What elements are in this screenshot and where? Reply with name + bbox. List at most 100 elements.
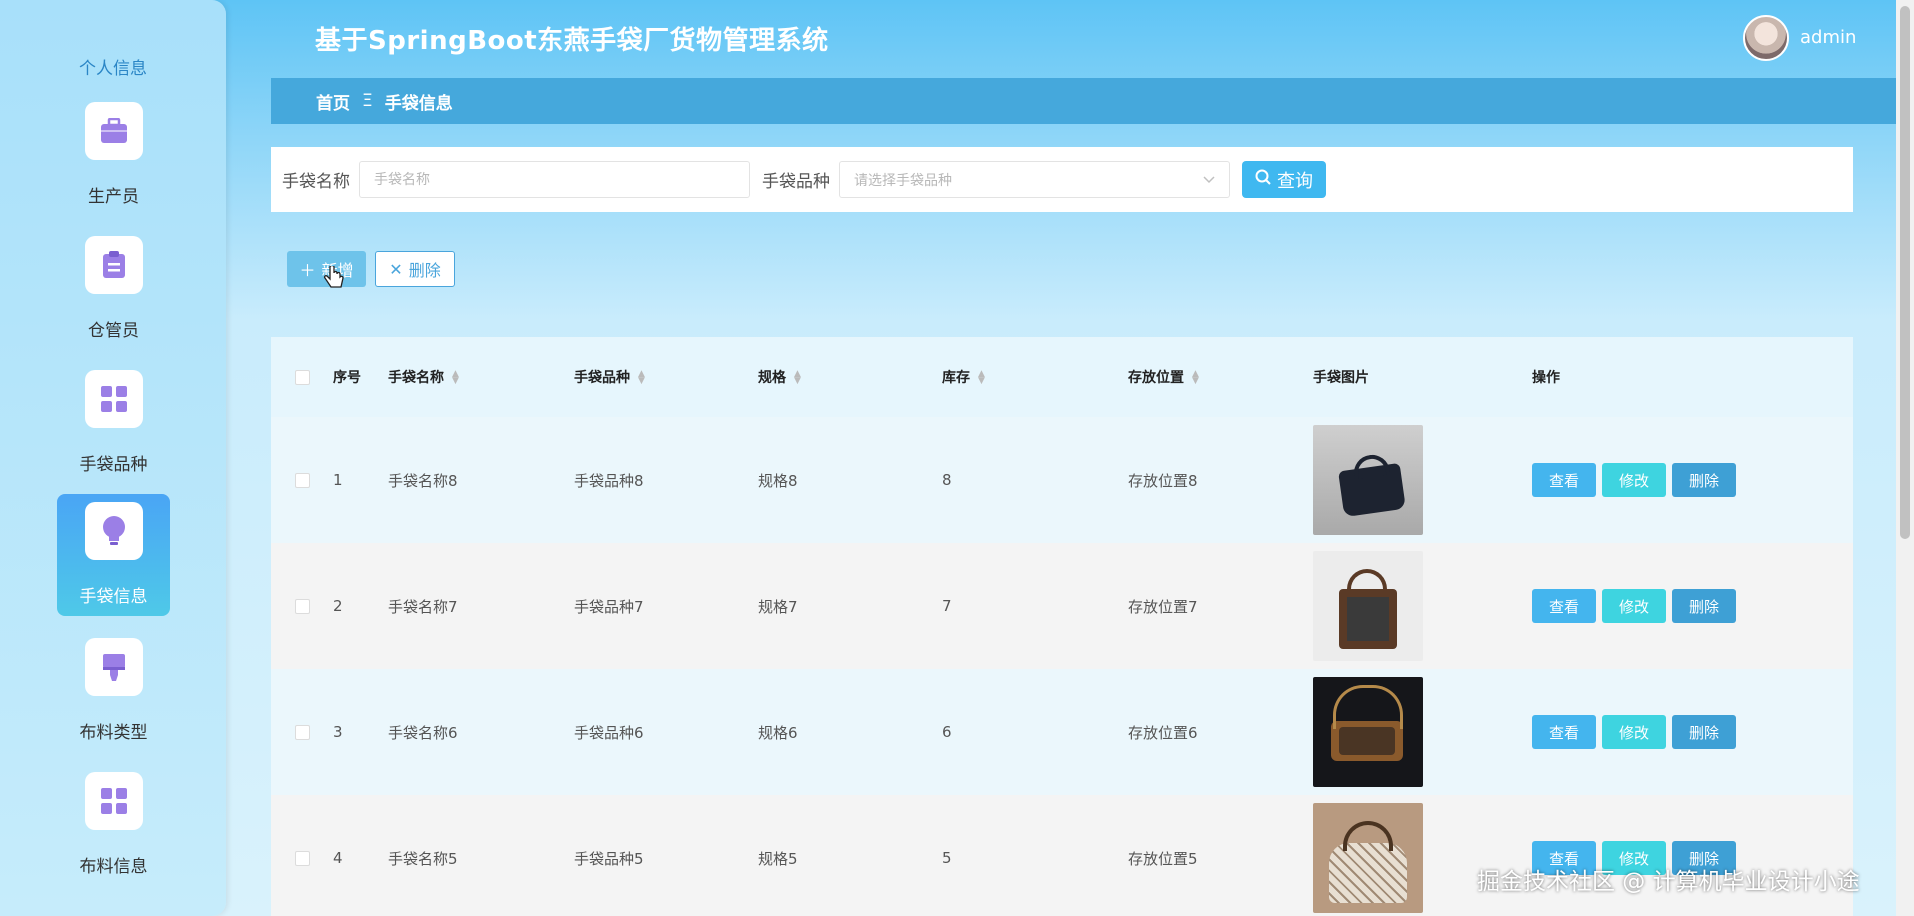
- cell-stock: 8: [942, 471, 952, 489]
- search-button[interactable]: 查询: [1242, 161, 1326, 198]
- breadcrumb-separator-icon: Ξ: [362, 91, 373, 111]
- cell-position: 存放位置5: [1128, 849, 1198, 868]
- cell-name: 手袋名称5: [388, 849, 458, 868]
- grid-icon: [84, 772, 143, 830]
- sort-icon[interactable]: ▲ ▼: [978, 370, 985, 386]
- cell-position: 存放位置6: [1128, 723, 1198, 742]
- sort-icon[interactable]: ▲ ▼: [638, 370, 645, 386]
- bag-name-input[interactable]: [359, 161, 750, 198]
- sidebar-item-label: 手袋品种: [79, 455, 148, 475]
- header-type-label: 手袋品种: [574, 370, 630, 386]
- sidebar-item-bag-type[interactable]: 手袋品种: [57, 362, 170, 484]
- bag-thumbnail[interactable]: [1313, 803, 1423, 913]
- bag-type-label: 手袋品种: [762, 172, 830, 192]
- sidebar-item-warehouse[interactable]: 仓管员: [57, 228, 170, 350]
- cell-name: 手袋名称7: [388, 597, 458, 616]
- chevron-down-icon: [1203, 172, 1215, 188]
- cell-index: 4: [333, 849, 343, 867]
- header-stock[interactable]: 库存 ▲ ▼: [942, 367, 1128, 387]
- sidebar: 个人信息 生产员 仓管员 手袋品种 手袋信息 布料类型 布料信息: [0, 0, 226, 916]
- search-icon: [1255, 169, 1271, 190]
- close-icon: ✕: [389, 259, 403, 279]
- sidebar-item-bag-info[interactable]: 手袋信息: [57, 494, 170, 616]
- sidebar-item-label: 仓管员: [88, 321, 139, 341]
- sidebar-profile-link[interactable]: 个人信息: [0, 54, 226, 79]
- row-checkbox[interactable]: [294, 598, 310, 614]
- row-checkbox[interactable]: [294, 724, 310, 740]
- avatar[interactable]: [1743, 15, 1789, 61]
- header-name-label: 手袋名称: [388, 370, 444, 386]
- sidebar-item-label: 生产员: [88, 187, 139, 207]
- cell-type: 手袋品种7: [574, 597, 644, 616]
- view-button[interactable]: 查看: [1532, 715, 1596, 749]
- search-panel: 手袋名称 手袋品种 请选择手袋品种 查询: [271, 147, 1853, 212]
- header-name[interactable]: 手袋名称 ▲ ▼: [388, 367, 574, 387]
- sidebar-item-fabric-type[interactable]: 布料类型: [57, 630, 170, 752]
- header-ops: 操作: [1532, 370, 1560, 386]
- bag-type-select[interactable]: 请选择手袋品种: [839, 161, 1230, 198]
- cell-position: 存放位置8: [1128, 471, 1198, 490]
- sort-icon[interactable]: ▲ ▼: [1192, 370, 1199, 386]
- cell-index: 3: [333, 723, 343, 741]
- delete-button[interactable]: 删除: [1672, 463, 1736, 497]
- sidebar-item-label: 手袋信息: [79, 587, 148, 607]
- table-row: 1 手袋名称8 手袋品种8 规格8 8 存放位置8 查看 修改 删除: [271, 417, 1853, 543]
- edit-button[interactable]: 修改: [1602, 589, 1666, 623]
- select-all-checkbox[interactable]: [294, 369, 310, 385]
- grid-icon: [84, 370, 143, 428]
- sidebar-item-producer[interactable]: 生产员: [57, 94, 170, 216]
- header-position-label: 存放位置: [1128, 370, 1184, 386]
- delete-button[interactable]: 删除: [1672, 715, 1736, 749]
- delete-button[interactable]: 删除: [1672, 589, 1736, 623]
- header-type[interactable]: 手袋品种 ▲ ▼: [574, 367, 758, 387]
- search-button-label: 查询: [1277, 170, 1313, 192]
- table-row: 3 手袋名称6 手袋品种6 规格6 6 存放位置6 查看 修改 删除: [271, 669, 1853, 795]
- header-position[interactable]: 存放位置 ▲ ▼: [1128, 367, 1313, 387]
- table-row: 4 手袋名称5 手袋品种5 规格5 5 存放位置5 查看 修改 删除: [271, 795, 1853, 916]
- cell-stock: 7: [942, 597, 952, 615]
- header-index: 序号: [333, 370, 361, 386]
- view-button[interactable]: 查看: [1532, 463, 1596, 497]
- cell-type: 手袋品种8: [574, 471, 644, 490]
- breadcrumb-home[interactable]: 首页: [316, 89, 350, 114]
- header-spec-label: 规格: [758, 370, 786, 386]
- bag-type-select-placeholder: 请选择手袋品种: [854, 172, 952, 189]
- plus-icon: ＋: [299, 261, 316, 280]
- cell-type: 手袋品种6: [574, 723, 644, 742]
- lightbulb-icon: [84, 502, 143, 560]
- cell-spec: 规格5: [758, 849, 798, 868]
- pointer-cursor-icon: [323, 264, 345, 298]
- cell-index: 2: [333, 597, 343, 615]
- batch-delete-label: 删除: [408, 261, 441, 280]
- cell-index: 1: [333, 471, 343, 489]
- bag-thumbnail[interactable]: [1313, 425, 1423, 535]
- scrollbar-thumb[interactable]: [1900, 6, 1910, 539]
- row-checkbox[interactable]: [294, 472, 310, 488]
- header-spec[interactable]: 规格 ▲ ▼: [758, 367, 942, 387]
- row-checkbox[interactable]: [294, 850, 310, 866]
- sidebar-item-fabric-info[interactable]: 布料信息: [57, 764, 170, 886]
- sort-icon[interactable]: ▲ ▼: [794, 370, 801, 386]
- app-title: 基于SpringBoot东燕手袋厂货物管理系统: [315, 26, 829, 56]
- table-header: 序号 手袋名称 ▲ ▼ 手袋品种 ▲ ▼ 规格 ▲ ▼ 库存 ▲ ▼ 存放位置 ▲ ▼ 手袋图片 操…: [271, 337, 1853, 417]
- briefcase-icon: [84, 102, 143, 160]
- sort-icon[interactable]: ▲ ▼: [452, 370, 459, 386]
- header-stock-label: 库存: [942, 370, 970, 386]
- batch-delete-button[interactable]: ✕ 删除: [375, 251, 455, 287]
- edit-button[interactable]: 修改: [1602, 715, 1666, 749]
- header-image: 手袋图片: [1313, 370, 1369, 386]
- bag-thumbnail[interactable]: [1313, 677, 1423, 787]
- view-button[interactable]: 查看: [1532, 589, 1596, 623]
- cell-stock: 5: [942, 849, 952, 867]
- bag-name-label: 手袋名称: [282, 172, 350, 192]
- cell-stock: 6: [942, 723, 952, 741]
- edit-button[interactable]: 修改: [1602, 463, 1666, 497]
- cell-spec: 规格8: [758, 471, 798, 490]
- bag-thumbnail[interactable]: [1313, 551, 1423, 661]
- table-row: 2 手袋名称7 手袋品种7 规格7 7 存放位置7 查看 修改 删除: [271, 543, 1853, 669]
- breadcrumb: 首页 Ξ 手袋信息: [271, 78, 1898, 124]
- username[interactable]: admin: [1800, 27, 1856, 48]
- paint-brush-icon: [84, 638, 143, 696]
- watermark: 掘金技术社区 @ 计算机毕业设计小途: [1477, 869, 1860, 895]
- data-table: 序号 手袋名称 ▲ ▼ 手袋品种 ▲ ▼ 规格 ▲ ▼ 库存 ▲ ▼ 存放位置 ▲ ▼ 手袋图片 操…: [271, 337, 1853, 916]
